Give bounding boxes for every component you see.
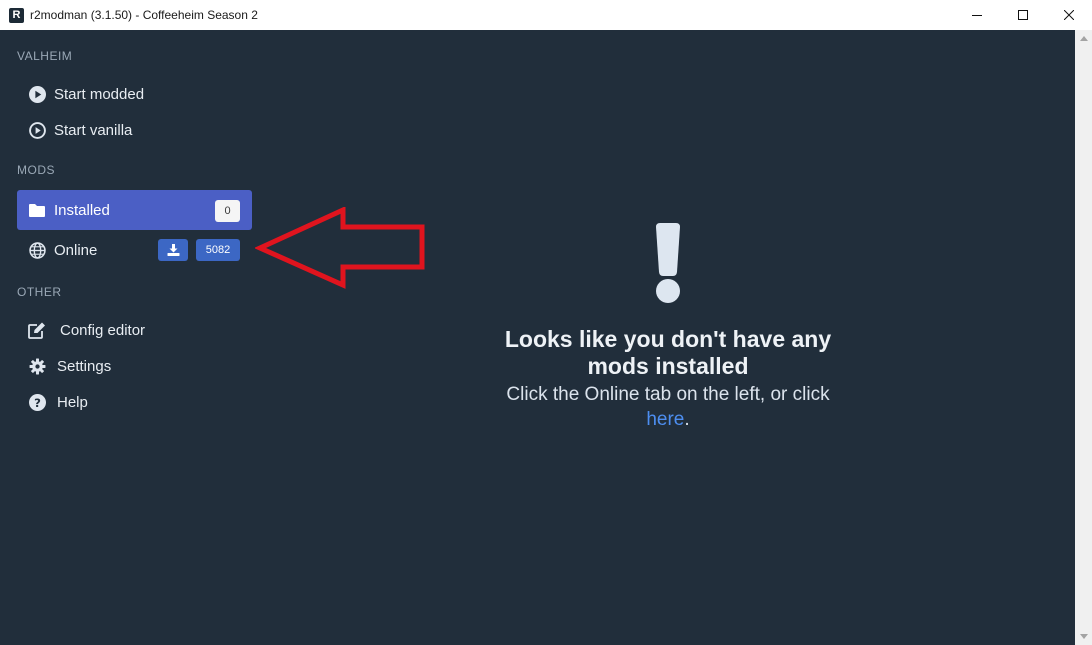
here-link[interactable]: here [646,409,684,430]
online-count-badge: 5082 [196,239,240,261]
question-circle-icon: ? [28,393,46,411]
app-logo-icon: R [9,7,24,23]
close-icon [1064,10,1074,20]
gear-icon [28,357,46,375]
close-button[interactable] [1046,0,1092,30]
svg-text:?: ? [34,396,41,410]
edit-icon [28,321,46,339]
chevron-up-icon [1079,36,1088,41]
scroll-up-button[interactable] [1075,30,1092,47]
config-editor-label: Config editor [60,321,146,339]
online-label: Online [54,241,98,259]
empty-text: Click the Online tab on the left, or cli… [506,384,830,405]
maximize-icon [1018,10,1028,20]
app-window: R r2modman (3.1.50) - Coffeeheim Season … [0,0,1092,645]
sidebar-item-installed[interactable]: Installed 0 [17,190,252,230]
installed-label: Installed [54,201,110,219]
folder-icon [28,201,46,219]
config-editor-button[interactable]: Config editor [17,310,252,350]
empty-state: Looks like you don't have any mods insta… [478,222,858,432]
download-icon [167,244,179,256]
window-title: r2modman (3.1.50) - Coffeeheim Season 2 [30,8,258,22]
minimize-icon [972,15,982,16]
section-label-mods: MODS [17,163,55,177]
play-circle-icon [28,85,46,103]
download-button[interactable] [158,239,188,261]
chevron-down-icon [1079,634,1088,639]
empty-title: Looks like you don't have any mods insta… [504,326,832,379]
settings-button[interactable]: Settings [17,346,252,386]
section-label-other: OTHER [17,285,62,299]
annotation-arrow [255,207,425,289]
settings-label: Settings [57,357,112,375]
sidebar-item-online[interactable]: Online 5082 [17,230,252,270]
empty-suffix: . [684,409,690,430]
installed-count-badge: 0 [215,200,240,222]
maximize-button[interactable] [1000,0,1046,30]
help-label: Help [57,393,88,411]
start-vanilla-label: Start vanilla [54,121,133,139]
start-modded-label: Start modded [54,85,145,103]
scrollbar[interactable] [1075,30,1092,645]
start-vanilla-button[interactable]: Start vanilla [17,110,252,150]
window-controls [954,0,1092,30]
title-bar: R r2modman (3.1.50) - Coffeeheim Season … [0,0,1092,30]
play-circle-outline-icon [28,121,46,139]
start-modded-button[interactable]: Start modded [17,74,252,114]
empty-message: Click the Online tab on the left, or cli… [478,382,858,432]
minimize-button[interactable] [954,0,1000,30]
scroll-down-button[interactable] [1075,628,1092,645]
sidebar: VALHEIM Start modded Start vanilla MODS … [0,30,265,645]
exclamation-icon [656,223,680,303]
help-button[interactable]: ? Help [17,382,252,422]
globe-icon [28,241,46,259]
section-label-game: VALHEIM [17,49,73,63]
